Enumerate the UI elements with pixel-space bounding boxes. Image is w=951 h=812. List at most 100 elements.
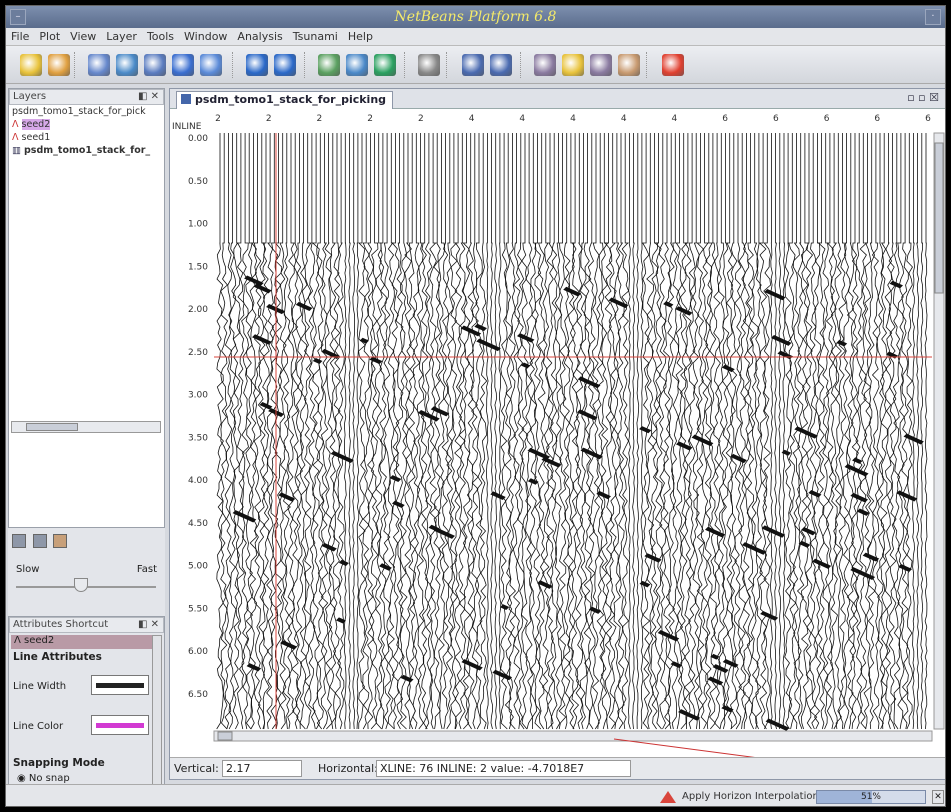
minus-icon[interactable] [274,54,296,76]
playback-controls [12,534,67,551]
undo-icon[interactable] [462,54,484,76]
slow-label: Slow [16,564,40,575]
seismic-icon: ▥ [12,145,24,156]
toolbar-separator [232,52,234,78]
menu-tools[interactable]: Tools [142,28,179,43]
inline-tick-label: 4 [469,114,475,124]
time-tick-label: 1.50 [188,262,208,272]
inline-tick-label: 2 [367,114,373,124]
app-window: – NetBeans Platform 6.8 · File Plot View La… [5,5,946,807]
stop-icon[interactable] [12,534,26,548]
speed-slider-thumb[interactable] [74,578,88,592]
zoom-out-icon[interactable] [144,54,166,76]
inline-tick-label: 6 [874,114,880,124]
time-tick-label: 5.50 [188,604,208,614]
layer-item[interactable]: ▥ psdm_tomo1_stack_for_ [9,144,164,157]
plot-horizontal-scrollbar[interactable] [213,730,933,742]
layers-panel: Layers ◧ ✕ psdm_tomo1_stack_for_pick Λ s… [8,88,165,528]
time-tick-label: 4.50 [188,519,208,529]
task-cancel-icon[interactable]: ✕ [932,790,944,804]
play-icon[interactable] [53,534,67,548]
menu-view[interactable]: View [65,28,101,43]
time-tick-label: 1.00 [188,220,208,230]
snap-option-no-snap[interactable]: ◉ No snap [17,773,120,784]
layer-item[interactable]: Λ seed1 [9,131,164,144]
horizontal-value-field[interactable]: XLINE: 76 INLINE: 2 value: -4.7018E7 [376,760,631,777]
plot-hscroll-thumb[interactable] [217,731,233,741]
window-close-icon[interactable]: · [925,9,941,25]
window-menu-icon[interactable]: – [10,9,26,25]
vertical-label: Vertical: [174,762,219,775]
toolbar-separator [404,52,406,78]
toolbar [6,46,945,84]
open-folder-icon[interactable] [20,54,42,76]
menu-help[interactable]: Help [343,28,378,43]
time-tick-label: 4.00 [188,476,208,486]
camera-icon[interactable] [418,54,440,76]
line-color-label: Line Color [13,721,64,732]
attributes-close-icon[interactable]: ◧ ✕ [138,618,159,632]
toolbar-separator [446,52,448,78]
line-attributes-title: Line Attributes [13,651,102,663]
inline-tick-label: 4 [672,114,678,124]
time-tick-label: 0.50 [188,177,208,187]
menu-analysis[interactable]: Analysis [232,28,287,43]
snapping-mode-title: Snapping Mode [13,757,105,769]
open-project-icon[interactable] [48,54,70,76]
plot-vscroll-thumb[interactable] [934,142,944,294]
close-red-icon[interactable] [662,54,684,76]
seismic-plot[interactable]: 0.00 0.50 1.00 1.50 2.00 2.50 3.00 3.50 4.00 4.50… [170,109,945,766]
grid-icon[interactable] [318,54,340,76]
zoom-search-icon[interactable] [200,54,222,76]
zoom-fit-icon[interactable] [88,54,110,76]
zoom-in-blue-icon[interactable] [172,54,194,76]
inline-tick-label: 4 [621,114,627,124]
horizon-icon: Λ [12,119,22,130]
tab-seismic[interactable]: psdm_tomo1_stack_for_picking [176,91,394,109]
layers-scrollbar[interactable] [11,421,161,433]
attributes-scrollbar[interactable] [152,635,162,785]
attributes-header: Attributes Shortcut ◧ ✕ [9,617,164,633]
seismic-editor: psdm_tomo1_stack_for_picking ▫ ▫ ☒ 0.00 0… [169,88,945,780]
panel-close-icon[interactable]: ◧ ✕ [138,90,159,104]
layers-title: Layers [13,91,47,102]
time-tick-label: 5.00 [188,562,208,572]
zoom-in-icon[interactable] [116,54,138,76]
task-progress-text: 51% [860,792,881,802]
menu-tsunami[interactable]: Tsunami [288,28,343,43]
move-icon[interactable] [590,54,612,76]
toolbar-separator [520,52,522,78]
inline-tick-label: 6 [722,114,728,124]
layer-item[interactable]: Λ seed2 [9,118,164,131]
palette-icon[interactable] [618,54,640,76]
inline-tick-label: 4 [570,114,576,124]
window-title: NetBeans Platform 6.8 [394,9,557,25]
line-width-field[interactable] [91,675,149,695]
seismic-plot-canvas[interactable]: 0.00 0.50 1.00 1.50 2.00 2.50 3.00 3.50 4.00 4.50… [170,109,945,766]
pause-icon[interactable] [32,534,47,548]
plus-icon[interactable] [246,54,268,76]
inline-tick-label: 2 [317,114,323,124]
task-label: Apply Horizon Interpolation [682,791,819,802]
fast-label: Fast [136,564,157,575]
bulb-icon[interactable] [562,54,584,76]
maximize-icon[interactable]: ▫ ▫ ☒ [907,91,939,104]
pick-tool-icon[interactable] [534,54,556,76]
chart-icon[interactable] [346,54,368,76]
vertical-value-field[interactable]: 2.17 [222,760,302,777]
menu-window[interactable]: Window [179,28,232,43]
menu-layer[interactable]: Layer [101,28,142,43]
menu-plot[interactable]: Plot [34,28,65,43]
time-tick-label: 6.50 [188,690,208,700]
attributes-selected[interactable]: Λ seed2 [11,635,154,649]
line-width-label: Line Width [13,681,67,692]
line-color-field[interactable] [91,715,149,735]
layers-path: psdm_tomo1_stack_for_pick [12,106,146,117]
time-tick-label: 3.00 [188,391,208,401]
map-icon[interactable] [374,54,396,76]
task-progress-bar: 51% [816,790,926,804]
radio-selected-icon: ◉ [17,773,29,784]
time-tick-label: 3.50 [188,433,208,443]
menu-file[interactable]: File [6,28,34,43]
redo-icon[interactable] [490,54,512,76]
